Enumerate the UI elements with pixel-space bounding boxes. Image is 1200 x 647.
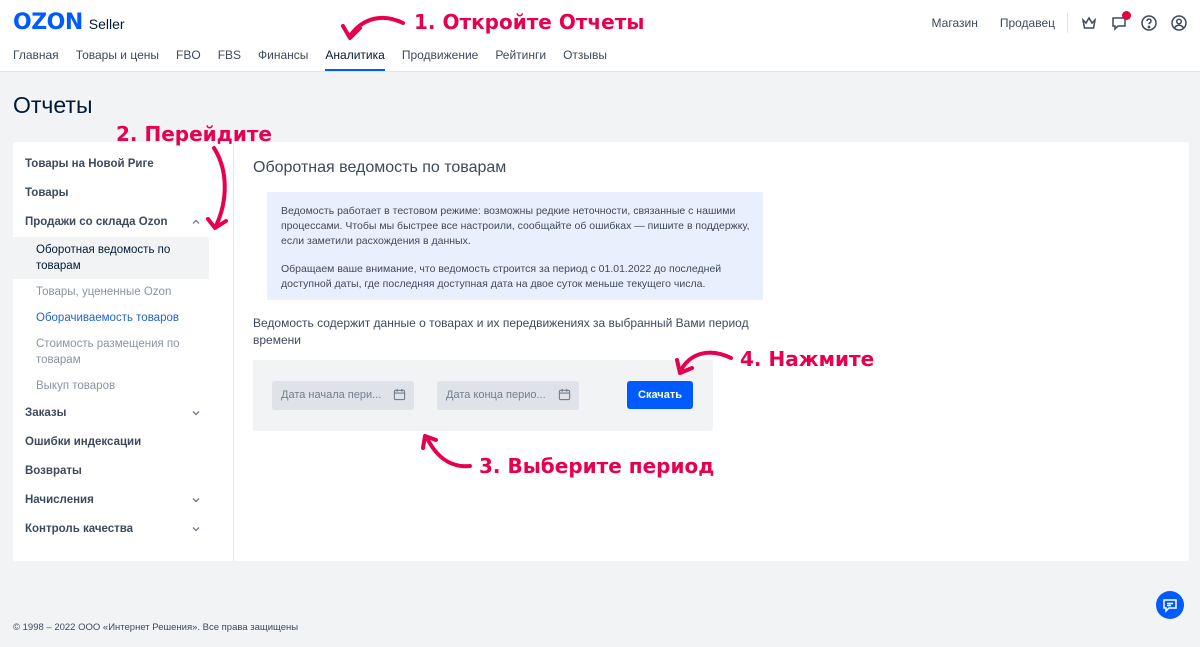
start-date-placeholder: Дата начала пери... (281, 389, 382, 401)
download-button[interactable]: Скачать (627, 381, 693, 409)
nav-item-finance[interactable]: Финансы (258, 48, 308, 72)
report-description: Ведомость содержит данные о товарах и их… (253, 316, 749, 347)
nav-item-reviews[interactable]: Отзывы (563, 48, 607, 72)
sidebar-sub-storage-cost[interactable]: Стоимость размещения по товарам (13, 331, 209, 373)
sidebar-item-label: Начисления (25, 494, 94, 506)
user-icon[interactable] (1170, 14, 1188, 32)
sidebar-item-label: Контроль качества (25, 523, 134, 535)
logo-subtitle: Seller (88, 16, 125, 32)
sidebar-item-products[interactable]: Товары (13, 179, 233, 208)
calendar-icon (558, 388, 571, 401)
chat-bubble-icon (1163, 599, 1177, 613)
sidebar-sub-discounted[interactable]: Товары, уцененные Ozon (13, 279, 209, 305)
period-form: Дата начала пери... Дата конца перио... … (253, 360, 713, 431)
nav-item-fbo[interactable]: FBO (176, 48, 201, 72)
sidebar-sub-turnover[interactable]: Оборачиваемость товаров (13, 305, 209, 331)
sidebar-sub-turnover-statement[interactable]: Оборотная ведомость по товарам (13, 237, 209, 279)
sidebar-item-label: Продажи со склада Ozon (25, 216, 168, 228)
notice-paragraph: Обращаем ваше внимание, что ведомость ст… (281, 263, 722, 290)
logo-mark: OZON (13, 10, 83, 35)
sidebar-item-ozon-sales[interactable]: Продажи со склада Ozon (13, 208, 233, 237)
header-right: Магазин Продавец (910, 11, 1188, 33)
seller-link[interactable]: Продавец (1000, 16, 1055, 30)
sidebar-item-quality-control[interactable]: Контроль качества (13, 515, 233, 544)
info-notice: Ведомость работает в тестовом режиме: во… (267, 192, 763, 300)
chevron-down-icon (192, 498, 200, 503)
help-icon[interactable] (1140, 14, 1158, 32)
sidebar-item-index-errors[interactable]: Ошибки индексации (13, 428, 233, 457)
sidebar-item-orders[interactable]: Заказы (13, 399, 233, 428)
end-date-placeholder: Дата конца перио... (446, 389, 546, 401)
report-title: Оборотная ведомость по товарам (253, 159, 507, 176)
annotation-step-2: 2. Перейдите (116, 122, 272, 146)
annotation-step-1: 1. Откройте Отчеты (414, 10, 645, 34)
sidebar-item-returns[interactable]: Возвраты (13, 457, 233, 486)
sidebar-item-label: Заказы (25, 407, 67, 419)
end-date-input[interactable]: Дата конца перио... (437, 381, 579, 410)
sidebar-sub-buyout[interactable]: Выкуп товаров (13, 373, 209, 399)
chevron-down-icon (192, 411, 200, 416)
annotation-step-3: 3. Выберите период (479, 454, 715, 478)
sidebar-item-accruals[interactable]: Начисления (13, 486, 233, 515)
annotation-step-4: 4. Нажмите (740, 347, 875, 371)
nav-item-home[interactable]: Главная (13, 48, 59, 72)
footer-copyright: © 1998 – 2022 ООО «Интернет Решения». Вс… (13, 622, 299, 633)
notification-dot (1122, 11, 1131, 20)
nav-item-products[interactable]: Товары и цены (76, 48, 159, 72)
reports-card: Товары на Новой Риге Товары Продажи со с… (13, 142, 1189, 561)
nav-item-ratings[interactable]: Рейтинги (495, 48, 546, 72)
crown-icon[interactable] (1080, 14, 1098, 32)
divider (1067, 13, 1068, 33)
start-date-input[interactable]: Дата начала пери... (272, 381, 414, 410)
reports-sidebar: Товары на Новой Риге Товары Продажи со с… (13, 142, 234, 561)
nav-item-analytics[interactable]: Аналитика (325, 48, 386, 72)
chat-icon[interactable] (1110, 11, 1131, 32)
chevron-down-icon (192, 527, 200, 532)
logo[interactable]: OZON Seller (13, 10, 125, 35)
page-title: Отчеты (13, 92, 93, 118)
sidebar-item-novaya-riga[interactable]: Товары на Новой Риге (13, 150, 233, 179)
store-link[interactable]: Магазин (932, 16, 978, 30)
notice-paragraph: Ведомость работает в тестовом режиме: во… (281, 205, 750, 247)
nav-item-fbs[interactable]: FBS (218, 48, 241, 72)
calendar-icon (393, 388, 406, 401)
nav-item-promotion[interactable]: Продвижение (402, 48, 479, 72)
chevron-up-icon (192, 219, 200, 224)
support-chat-button[interactable] (1156, 591, 1184, 619)
main-nav: Главная Товары и цены FBO FBS Финансы Ан… (13, 48, 624, 72)
